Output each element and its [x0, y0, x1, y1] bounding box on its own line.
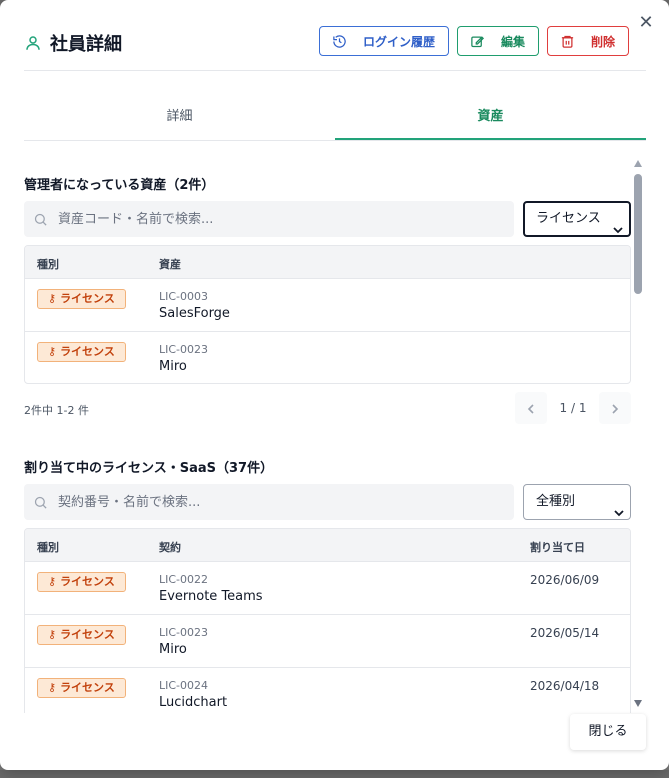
column-header-asset: 資産 — [159, 258, 181, 271]
type-badge: ⚷ ライセンス — [37, 289, 126, 309]
page-title: 社員詳細 — [50, 34, 122, 55]
type-badge-label: ライセンス — [60, 575, 115, 588]
contract-code: LIC-0022 — [159, 573, 209, 586]
license-search-box — [24, 484, 514, 520]
assigned-date: 2026/05/14 — [530, 626, 600, 640]
tab-bar: 詳細 資産 — [24, 100, 646, 141]
type-badge-label: ライセンス — [60, 681, 115, 694]
managed-assets-table: 種別 資産 ⚷ ライセンス LIC-0003 SalesForge ⚷ ライセン… — [24, 245, 631, 384]
asset-search-input[interactable] — [58, 201, 498, 237]
key-icon: ⚷ — [48, 681, 57, 694]
user-icon — [24, 34, 42, 52]
pagination: 1 / 1 — [515, 392, 631, 424]
assigned-date: 2026/06/09 — [530, 573, 600, 587]
key-icon: ⚷ — [48, 575, 57, 588]
assets-scroll-area[interactable]: 管理者になっている資産（2件） ライセンス 種別 資産 — [24, 160, 631, 713]
column-header-assigned-date: 割り当て日 — [530, 541, 585, 554]
type-badge-label: ライセンス — [60, 292, 115, 305]
scrollbar-thumb[interactable] — [634, 174, 642, 294]
chevron-right-icon — [610, 399, 620, 418]
tab-assets[interactable]: 資産 — [335, 100, 646, 140]
column-header-type: 種別 — [37, 258, 59, 271]
table-header: 種別 資産 — [25, 246, 630, 279]
close-button[interactable]: 閉じる — [570, 714, 646, 750]
chevron-down-icon — [613, 216, 623, 248]
table-header: 種別 契約 割り当て日 — [25, 529, 630, 562]
contract-name: Lucidchart — [159, 695, 228, 710]
column-header-type: 種別 — [37, 541, 59, 554]
assigned-date: 2026/04/18 — [530, 679, 600, 693]
type-badge: ⚷ ライセンス — [37, 342, 126, 362]
asset-code: LIC-0003 — [159, 290, 209, 303]
page-indicator: 1 / 1 — [559, 401, 587, 415]
asset-type-filter[interactable]: ライセンス — [523, 201, 631, 237]
pagination-info: 2件中 1-2 件 — [24, 404, 89, 417]
table-row[interactable]: ⚷ ライセンス LIC-0022 Evernote Teams 2026/06/… — [25, 562, 630, 615]
active-tab-indicator — [335, 138, 646, 140]
delete-label: 削除 — [591, 34, 616, 49]
managed-assets-title: 管理者になっている資産（2件） — [24, 178, 215, 193]
next-page-button[interactable] — [599, 392, 631, 424]
asset-code: LIC-0023 — [159, 343, 209, 356]
contract-code: LIC-0023 — [159, 626, 209, 639]
edit-label: 編集 — [501, 34, 526, 49]
contract-name: Miro — [159, 642, 187, 657]
employee-detail-modal: ✕ 社員詳細 ログイン履歴 編集 削除 詳細 資産 管理者になっている資産（2件… — [0, 0, 669, 770]
table-row[interactable]: ⚷ ライセンス LIC-0023 Miro — [25, 332, 630, 383]
login-history-label: ログイン履歴 — [363, 34, 436, 49]
chevron-left-icon — [526, 399, 536, 418]
contract-name: Evernote Teams — [159, 589, 263, 604]
column-header-contract: 契約 — [159, 541, 181, 554]
key-icon: ⚷ — [48, 345, 57, 358]
asset-name: Miro — [159, 359, 187, 374]
modal-header: 社員詳細 ログイン履歴 編集 削除 — [24, 24, 646, 71]
prev-page-button[interactable] — [515, 392, 547, 424]
edit-button[interactable]: 編集 — [457, 26, 539, 56]
type-badge: ⚷ ライセンス — [37, 678, 126, 698]
license-search-input[interactable] — [58, 484, 498, 520]
backdrop — [0, 770, 669, 778]
edit-icon — [470, 34, 485, 49]
type-badge-label: ライセンス — [60, 628, 115, 641]
license-type-filter-value: 全種別 — [536, 494, 576, 509]
title-wrap: 社員詳細 — [24, 30, 122, 56]
key-icon: ⚷ — [48, 292, 57, 305]
tab-details[interactable]: 詳細 — [24, 100, 335, 140]
licenses-section-title: 割り当て中のライセンス・SaaS（37件） — [24, 461, 274, 476]
key-icon: ⚷ — [48, 628, 57, 641]
login-history-button[interactable]: ログイン履歴 — [319, 26, 449, 56]
history-icon — [332, 34, 347, 49]
table-row[interactable]: ⚷ ライセンス LIC-0024 Lucidchart 2026/04/18 — [25, 668, 630, 713]
contract-code: LIC-0024 — [159, 679, 209, 692]
asset-name: SalesForge — [159, 306, 230, 321]
type-badge: ⚷ ライセンス — [37, 625, 126, 645]
asset-search-box — [24, 201, 514, 237]
table-row[interactable]: ⚷ ライセンス LIC-0023 Miro 2026/05/14 — [25, 615, 630, 668]
asset-type-filter-value: ライセンス — [536, 211, 601, 226]
scroll-up-arrow-icon[interactable] — [634, 160, 642, 167]
scroll-down-arrow-icon[interactable] — [634, 700, 642, 707]
delete-button[interactable]: 削除 — [547, 26, 629, 56]
table-row[interactable]: ⚷ ライセンス LIC-0003 SalesForge — [25, 279, 630, 332]
trash-icon — [560, 34, 575, 49]
licenses-table: 種別 契約 割り当て日 ⚷ ライセンス LIC-0022 Evernote Te… — [24, 528, 631, 713]
chevron-down-icon — [614, 498, 624, 532]
scrollbar[interactable] — [632, 160, 644, 713]
license-type-filter[interactable]: 全種別 — [523, 484, 631, 520]
type-badge: ⚷ ライセンス — [37, 572, 126, 592]
type-badge-label: ライセンス — [60, 345, 115, 358]
